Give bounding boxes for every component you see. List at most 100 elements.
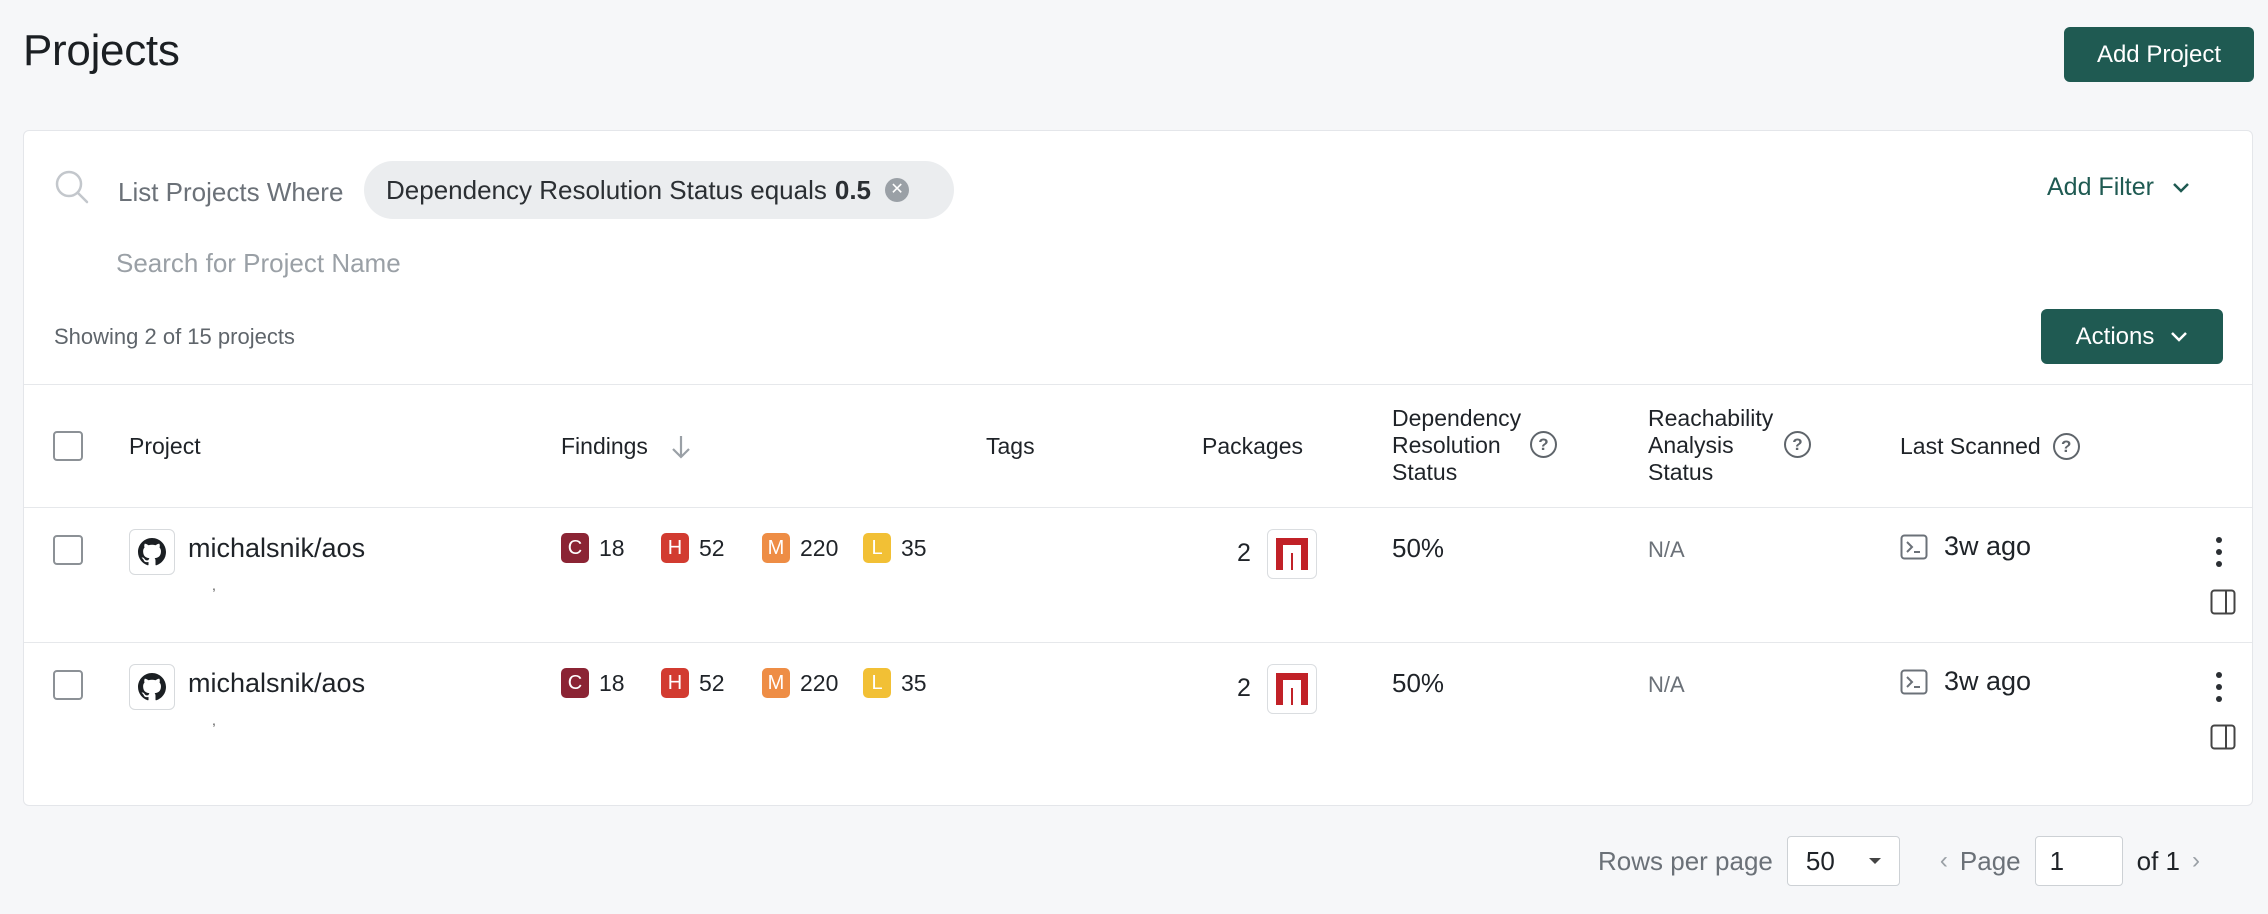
last-scanned-text: 3w ago xyxy=(1944,531,2032,561)
column-dep-line1: Dependency xyxy=(1392,405,1522,431)
more-options-icon[interactable] xyxy=(2216,672,2222,702)
add-project-button[interactable]: Add Project xyxy=(2064,27,2254,82)
column-project[interactable]: Project xyxy=(129,433,201,460)
row-checkbox[interactable] xyxy=(53,535,83,565)
column-findings[interactable]: Findings xyxy=(561,433,692,460)
table-header: Project Findings Tags Packages Dependenc… xyxy=(24,384,2252,508)
low-findings[interactable]: L 35 xyxy=(863,668,927,698)
last-scanned: 3w ago xyxy=(1900,666,2031,697)
help-icon[interactable]: ? xyxy=(1530,431,1557,458)
more-options-icon[interactable] xyxy=(2216,537,2222,567)
high-badge: H xyxy=(661,668,689,698)
github-icon xyxy=(129,664,175,710)
critical-findings[interactable]: C 18 xyxy=(561,533,625,563)
column-reach-line3: Status xyxy=(1648,459,1714,485)
npm-icon[interactable] xyxy=(1267,664,1317,714)
showing-count: Showing 2 of 15 projects xyxy=(54,324,295,349)
rows-per-page-value: 50 xyxy=(1805,845,1835,876)
high-count: 52 xyxy=(699,669,725,696)
github-icon xyxy=(129,529,175,575)
critical-badge: C xyxy=(561,668,589,698)
last-scanned: 3w ago xyxy=(1900,531,2031,562)
side-panel-icon[interactable] xyxy=(2210,724,2236,750)
high-findings[interactable]: H 52 xyxy=(661,668,725,698)
reachability-status: N/A xyxy=(1648,537,1685,562)
last-scanned-text: 3w ago xyxy=(1944,666,2032,696)
page-number-input[interactable] xyxy=(2034,836,2123,886)
critical-badge: C xyxy=(561,533,589,563)
filter-chip-label: Dependency Resolution Status equals xyxy=(386,174,827,205)
page-total: of 1 xyxy=(2136,845,2180,876)
terminal-icon xyxy=(1900,669,1928,694)
dependency-resolution-status: 50% xyxy=(1392,668,1445,698)
select-all-checkbox[interactable] xyxy=(53,431,83,461)
high-findings[interactable]: H 52 xyxy=(661,533,725,563)
column-dep-line3: Status xyxy=(1392,459,1458,485)
column-reachability[interactable]: Reachability Analysis Status xyxy=(1648,405,1773,486)
filter-chip-value: 0.5 xyxy=(834,174,872,205)
critical-findings[interactable]: C 18 xyxy=(561,668,625,698)
medium-badge: M xyxy=(762,668,790,698)
rows-per-page-select[interactable]: 50 xyxy=(1786,836,1900,886)
package-count: 2 xyxy=(1237,539,1251,567)
side-panel-icon[interactable] xyxy=(2210,589,2236,615)
medium-count: 220 xyxy=(800,669,839,696)
package-count: 2 xyxy=(1237,674,1251,702)
page-label: Page xyxy=(1959,845,2021,876)
pagination: Rows per page 50 ‹ Page of 1 › xyxy=(1598,836,2200,886)
help-icon[interactable]: ? xyxy=(2052,433,2080,460)
search-icon xyxy=(55,170,89,204)
projects-card: List Projects Where Dependency Resolutio… xyxy=(23,130,2253,806)
project-search-input[interactable] xyxy=(116,241,716,285)
table-row[interactable]: michalsnik/aos , C 18 H 52 M 220 L 35 2 … xyxy=(24,644,2252,778)
sort-arrow-down-icon[interactable] xyxy=(670,434,692,460)
chevron-left-icon[interactable]: ‹ xyxy=(1940,847,1948,875)
high-badge: H xyxy=(661,533,689,563)
medium-findings[interactable]: M 220 xyxy=(762,533,838,563)
medium-count: 220 xyxy=(800,534,839,561)
critical-count: 18 xyxy=(599,534,625,561)
terminal-icon xyxy=(1900,534,1928,559)
page-title: Projects xyxy=(23,26,180,75)
project-subtitle: , xyxy=(212,712,216,728)
column-findings-label: Findings xyxy=(561,433,648,459)
add-filter-button[interactable]: Add Filter xyxy=(2047,173,2190,202)
close-icon[interactable]: ✕ xyxy=(885,178,910,202)
filter-prefix-label: List Projects Where xyxy=(118,177,344,207)
rows-per-page-label: Rows per page xyxy=(1598,845,1773,876)
low-count: 35 xyxy=(901,669,927,696)
low-badge: L xyxy=(863,533,891,563)
chevron-down-icon xyxy=(2173,182,2189,193)
npm-icon[interactable] xyxy=(1267,529,1317,579)
column-last-scanned-label: Last Scanned xyxy=(1900,433,2041,459)
project-name-link[interactable]: michalsnik/aos xyxy=(188,533,365,564)
caret-down-icon xyxy=(1868,858,1881,864)
column-dep-line2: Resolution xyxy=(1392,432,1501,458)
column-reach-line2: Analysis xyxy=(1648,432,1734,458)
chevron-down-icon xyxy=(2171,331,2188,342)
low-badge: L xyxy=(863,668,891,698)
column-last-scanned[interactable]: Last Scanned ? xyxy=(1900,433,2080,460)
high-count: 52 xyxy=(699,534,725,561)
project-subtitle: , xyxy=(212,577,216,593)
column-tags[interactable]: Tags xyxy=(986,433,1035,460)
column-packages[interactable]: Packages xyxy=(1202,433,1303,460)
chevron-right-icon[interactable]: › xyxy=(2192,847,2200,875)
column-reach-line1: Reachability xyxy=(1648,405,1774,431)
project-name-link[interactable]: michalsnik/aos xyxy=(188,668,365,699)
actions-label: Actions xyxy=(2075,322,2155,350)
low-findings[interactable]: L 35 xyxy=(863,533,927,563)
critical-count: 18 xyxy=(599,669,625,696)
low-count: 35 xyxy=(901,534,927,561)
help-icon[interactable]: ? xyxy=(1784,431,1811,458)
table-row[interactable]: michalsnik/aos , C 18 H 52 M 220 L 35 2 … xyxy=(24,509,2252,643)
add-filter-label: Add Filter xyxy=(2047,173,2154,201)
column-dependency-resolution[interactable]: Dependency Resolution Status xyxy=(1392,405,1521,486)
row-checkbox[interactable] xyxy=(53,670,83,700)
dependency-resolution-status: 50% xyxy=(1392,533,1445,563)
medium-findings[interactable]: M 220 xyxy=(762,668,838,698)
reachability-status: N/A xyxy=(1648,672,1685,697)
filter-chip[interactable]: Dependency Resolution Status equals 0.5 … xyxy=(364,161,954,219)
medium-badge: M xyxy=(762,533,790,563)
actions-button[interactable]: Actions xyxy=(2041,309,2223,364)
